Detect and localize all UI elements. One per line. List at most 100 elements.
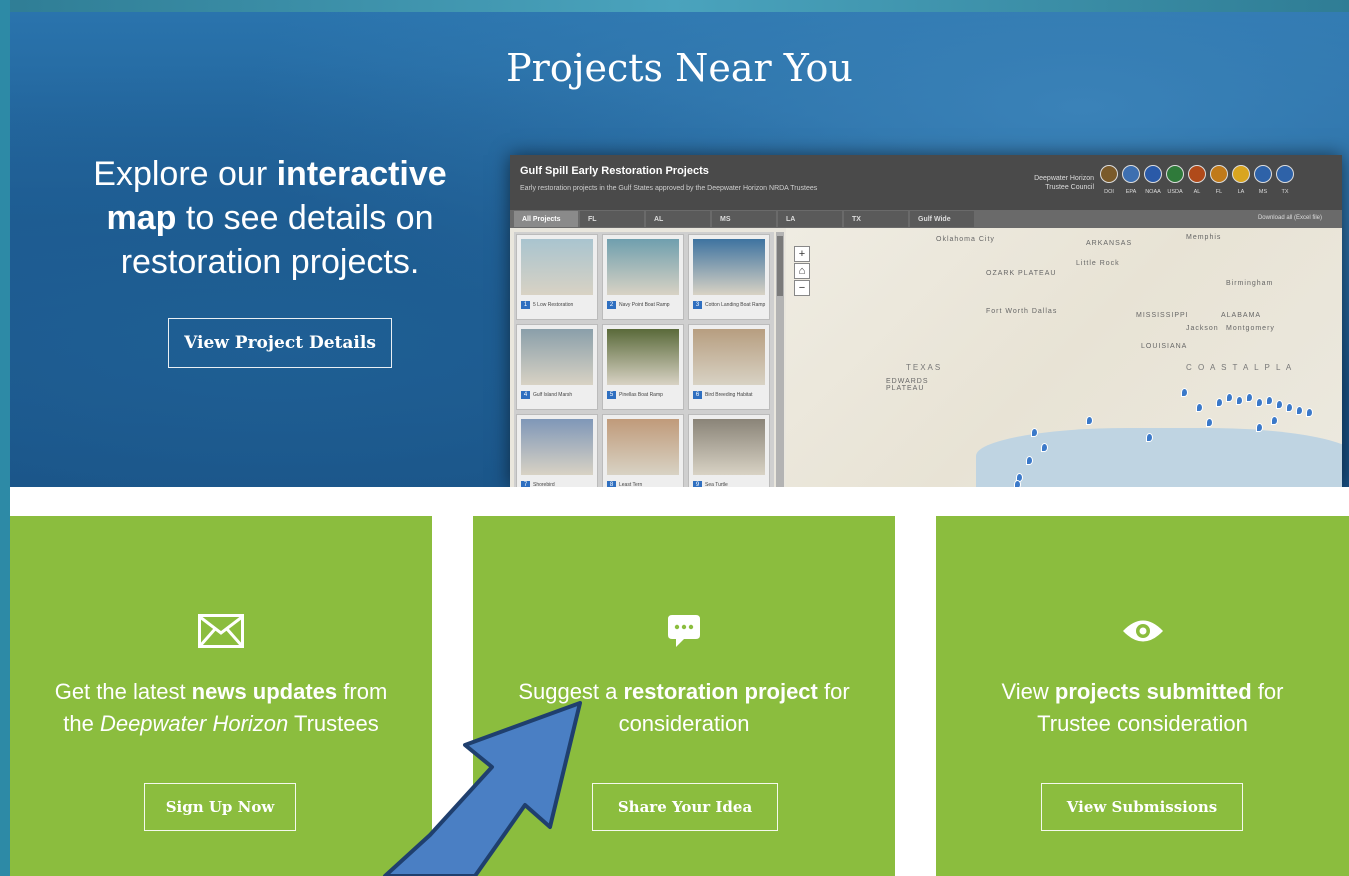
zoom-out-icon[interactable]: − [794,280,810,296]
gallery-scrollbar[interactable] [776,232,784,487]
map-pin-icon[interactable] [1286,403,1293,412]
project-photo [693,419,765,475]
map-pin-icon[interactable] [1206,418,1213,427]
map-download-link[interactable]: Download all (Excel file) [1258,215,1322,221]
interactive-map-preview[interactable]: Gulf Spill Early Restoration Projects Ea… [510,155,1342,487]
map-tab-gulf-wide[interactable]: Gulf Wide [910,211,974,227]
project-caption-text: 5 Low Restoration [533,302,574,308]
seal-tx-icon [1276,165,1294,183]
card1-line1-pre: Get the latest [54,679,192,704]
project-thumbnail[interactable]: 15 Low Restoration [516,234,598,320]
project-caption: 2 Navy Point Boat Ramp [607,301,670,309]
hero-section: Projects Near You Explore our interactiv… [10,12,1349,487]
map-label-texas: TEXAS [906,363,943,372]
eye-svg [1122,620,1163,642]
map-pin-icon[interactable] [1014,480,1021,487]
map-label-louisiana: LOUISIANA [1141,343,1188,350]
map-pin-icon[interactable] [1216,398,1223,407]
project-number: 3 [693,301,702,309]
project-thumbnail[interactable]: 2 Navy Point Boat Ramp [602,234,684,320]
map-pin-icon[interactable] [1276,400,1283,409]
project-thumbnail[interactable]: 5 Pinellas Boat Ramp [602,324,684,410]
project-caption: 7 Shorebird [521,481,555,487]
project-photo [607,329,679,385]
map-tab-ms[interactable]: MS [712,211,776,227]
project-caption: 6 Bird Breeding Habitat [693,391,753,399]
map-subtitle: Early restoration projects in the Gulf S… [520,185,818,192]
seal-fl-icon [1210,165,1228,183]
project-thumbnail[interactable]: 3 Cotton Landing Boat Ramp [688,234,770,320]
project-photo [693,329,765,385]
map-view[interactable]: + ⌂ − Oklahoma City ARKANSAS Memphis Lit… [786,228,1342,487]
share-your-idea-button[interactable]: Share Your Idea [592,783,778,831]
home-icon[interactable]: ⌂ [794,263,810,279]
map-pin-icon[interactable] [1266,396,1273,405]
map-pin-icon[interactable] [1236,396,1243,405]
card1-line2-italic: Deepwater Horizon [99,711,289,736]
seal-label-usda: USDA [1167,189,1183,195]
view-submissions-text: View projects submitted for Trustee cons… [936,676,1349,740]
map-pin-icon[interactable] [1146,433,1153,442]
seal-usda-icon [1166,165,1184,183]
frame-left [0,0,10,876]
map-pin-icon[interactable] [1271,416,1278,425]
view-submissions-button[interactable]: View Submissions [1041,783,1243,831]
map-header: Gulf Spill Early Restoration Projects Ea… [510,155,1342,210]
map-pin-icon[interactable] [1041,443,1048,452]
project-caption-text: Least Tern [619,482,643,487]
map-pin-icon[interactable] [1226,393,1233,402]
speech-bubble-icon [473,608,895,654]
map-tab-all-projects[interactable]: All Projects [514,211,578,227]
view-project-details-button[interactable]: View Project Details [168,318,392,368]
sign-up-now-button[interactable]: Sign Up Now [144,783,296,831]
project-photo [607,239,679,295]
map-label-birmingham: Birmingham [1226,280,1274,287]
project-thumbnail[interactable]: 8 Least Tern [602,414,684,487]
map-label-montgomery: Montgomery [1226,325,1275,332]
news-updates-card: Get the latest news updates from the Dee… [10,516,432,876]
project-photo [521,239,593,295]
card3-line1-pre: View [1001,679,1055,704]
project-caption-text: Cotton Landing Boat Ramp [705,302,766,308]
map-label-jackson: Jackson [1186,325,1219,332]
map-pin-icon[interactable] [1086,416,1093,425]
map-zoom-controls: + ⌂ − [794,246,810,296]
map-tab-la[interactable]: LA [778,211,842,227]
project-caption: 9 Sea Turtle [693,481,728,487]
map-pin-icon[interactable] [1256,398,1263,407]
project-thumbnail[interactable]: 9 Sea Turtle [688,414,770,487]
project-photo [521,329,593,385]
project-number: 4 [521,391,530,399]
map-tab-tx[interactable]: TX [844,211,908,227]
project-caption-text: Gulf Island Marsh [533,392,573,398]
seal-doi-icon [1100,165,1118,183]
project-number: 7 [521,481,530,487]
map-pin-icon[interactable] [1031,428,1038,437]
map-pin-icon[interactable] [1306,408,1313,417]
card2-line2-pre: consideration [618,711,750,736]
map-pin-icon[interactable] [1181,388,1188,397]
map-tab-fl[interactable]: FL [580,211,644,227]
project-caption-text: Bird Breeding Habitat [705,392,753,398]
map-label-mississippi: MISSISSIPPI [1136,312,1189,319]
speech-bubble-svg [668,615,700,647]
frame-top [0,0,1349,12]
card2-line1-bold: restoration project [623,679,818,704]
map-pin-icon[interactable] [1196,403,1203,412]
map-tab-al[interactable]: AL [646,211,710,227]
envelope-svg [198,614,244,648]
project-thumbnail[interactable]: 6 Bird Breeding Habitat [688,324,770,410]
card3-line1-post: for [1251,679,1284,704]
project-number: 8 [607,481,616,487]
project-thumbnail[interactable]: 4 Gulf Island Marsh [516,324,598,410]
map-pin-icon[interactable] [1296,406,1303,415]
map-pin-icon[interactable] [1256,423,1263,432]
card1-line2-post: Trustees [288,711,379,736]
project-thumbnail[interactable]: 7 Shorebird [516,414,598,487]
pointer-arrow-icon [383,701,582,876]
gallery-scroll-thumb[interactable] [777,236,783,296]
map-pin-icon[interactable] [1246,393,1253,402]
zoom-in-icon[interactable]: + [794,246,810,262]
map-pin-icon[interactable] [1026,456,1033,465]
project-caption-text: Pinellas Boat Ramp [619,392,663,398]
